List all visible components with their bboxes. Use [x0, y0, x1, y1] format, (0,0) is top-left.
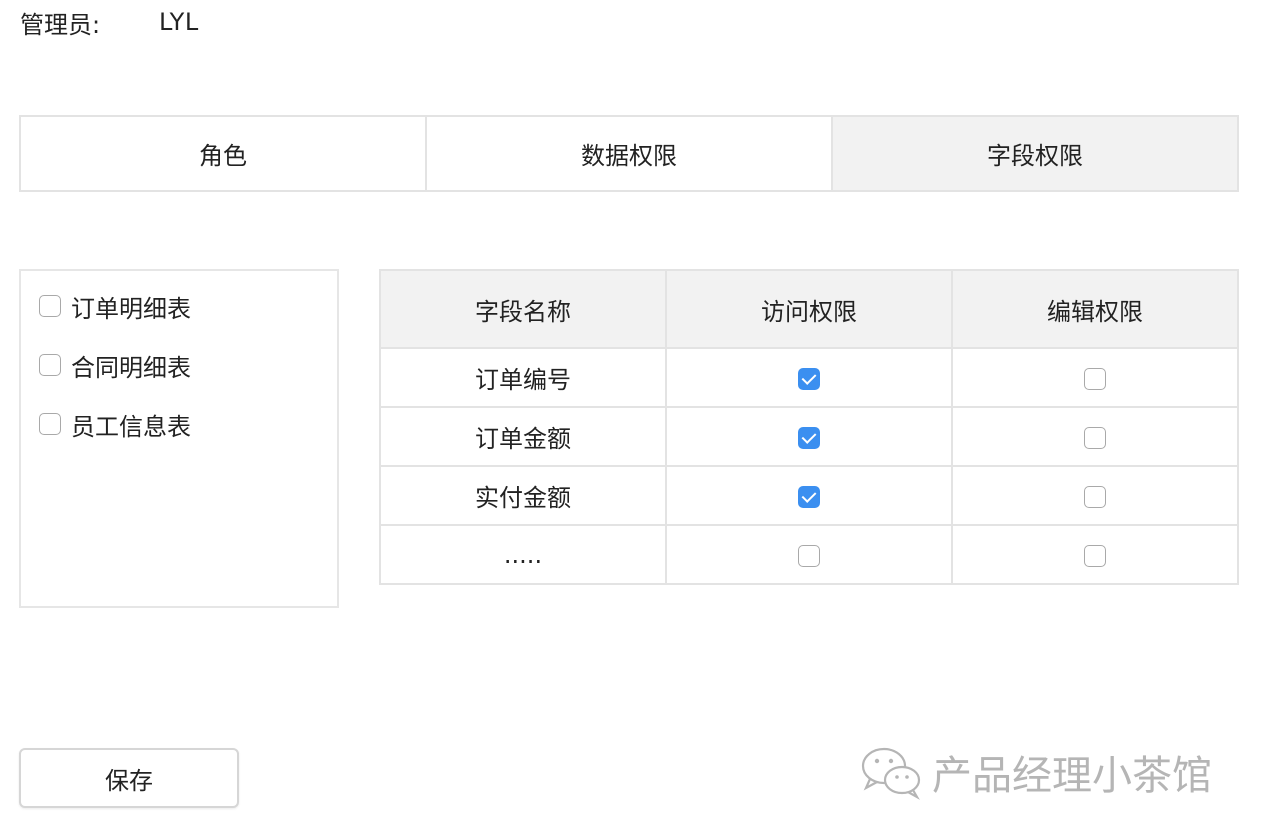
- page: 管理员: LYL 角色 数据权限 字段权限 订单明细表 合同明细表 员工信息表 …: [0, 0, 1270, 837]
- edit-cell: [951, 347, 1239, 408]
- wechat-icon: [861, 747, 921, 800]
- access-checkbox[interactable]: [798, 544, 820, 567]
- access-cell: [665, 465, 953, 526]
- access-checkbox[interactable]: [798, 485, 820, 508]
- table-header-row: 字段名称 访问权限 编辑权限: [379, 269, 1239, 349]
- watermark-text: 产品经理小茶馆: [932, 753, 1212, 799]
- watermark: 产品经理小茶馆: [860, 740, 1212, 804]
- tab-role[interactable]: 角色: [21, 117, 425, 190]
- list-item-label: 合同明细表: [71, 353, 191, 382]
- admin-name: LYL: [159, 8, 199, 36]
- table-list-panel: 订单明细表 合同明细表 员工信息表: [19, 269, 339, 608]
- table-row: 订单编号: [379, 347, 1239, 408]
- access-checkbox[interactable]: [798, 367, 820, 390]
- list-item-label: 员工信息表: [71, 412, 191, 441]
- edit-checkbox[interactable]: [1084, 367, 1106, 390]
- list-item-employee-info[interactable]: 员工信息表: [21, 407, 337, 441]
- access-cell: [665, 524, 953, 585]
- checkbox[interactable]: [39, 354, 61, 376]
- save-button[interactable]: 保存: [19, 748, 239, 808]
- list-item-contract-detail[interactable]: 合同明细表: [21, 348, 337, 382]
- column-header-access: 访问权限: [665, 269, 953, 349]
- column-header-field-name: 字段名称: [379, 269, 667, 349]
- admin-label: 管理员:: [20, 10, 101, 39]
- access-checkbox[interactable]: [798, 426, 820, 449]
- tab-data-permission[interactable]: 数据权限: [425, 117, 831, 190]
- edit-checkbox[interactable]: [1084, 485, 1106, 508]
- checkbox[interactable]: [39, 413, 61, 435]
- field-name-cell: .....: [379, 524, 667, 585]
- edit-checkbox[interactable]: [1084, 426, 1106, 449]
- field-permission-table: 字段名称 访问权限 编辑权限 订单编号 订单金额 实付金额 .....: [379, 269, 1239, 585]
- checkbox[interactable]: [39, 295, 61, 317]
- list-item-label: 订单明细表: [71, 294, 191, 323]
- list-item-order-detail[interactable]: 订单明细表: [21, 289, 337, 323]
- access-cell: [665, 347, 953, 408]
- access-cell: [665, 406, 953, 467]
- tab-field-permission[interactable]: 字段权限: [831, 117, 1237, 190]
- field-name-cell: 实付金额: [379, 465, 667, 526]
- table-row: .....: [379, 524, 1239, 585]
- admin-info: 管理员: LYL: [20, 6, 199, 39]
- edit-cell: [951, 465, 1239, 526]
- field-name-cell: 订单金额: [379, 406, 667, 467]
- tab-bar: 角色 数据权限 字段权限: [19, 115, 1239, 192]
- table-row: 订单金额: [379, 406, 1239, 467]
- field-name-cell: 订单编号: [379, 347, 667, 408]
- column-header-edit: 编辑权限: [951, 269, 1239, 349]
- edit-cell: [951, 406, 1239, 467]
- table-row: 实付金额: [379, 465, 1239, 526]
- edit-checkbox[interactable]: [1084, 544, 1106, 567]
- edit-cell: [951, 524, 1239, 585]
